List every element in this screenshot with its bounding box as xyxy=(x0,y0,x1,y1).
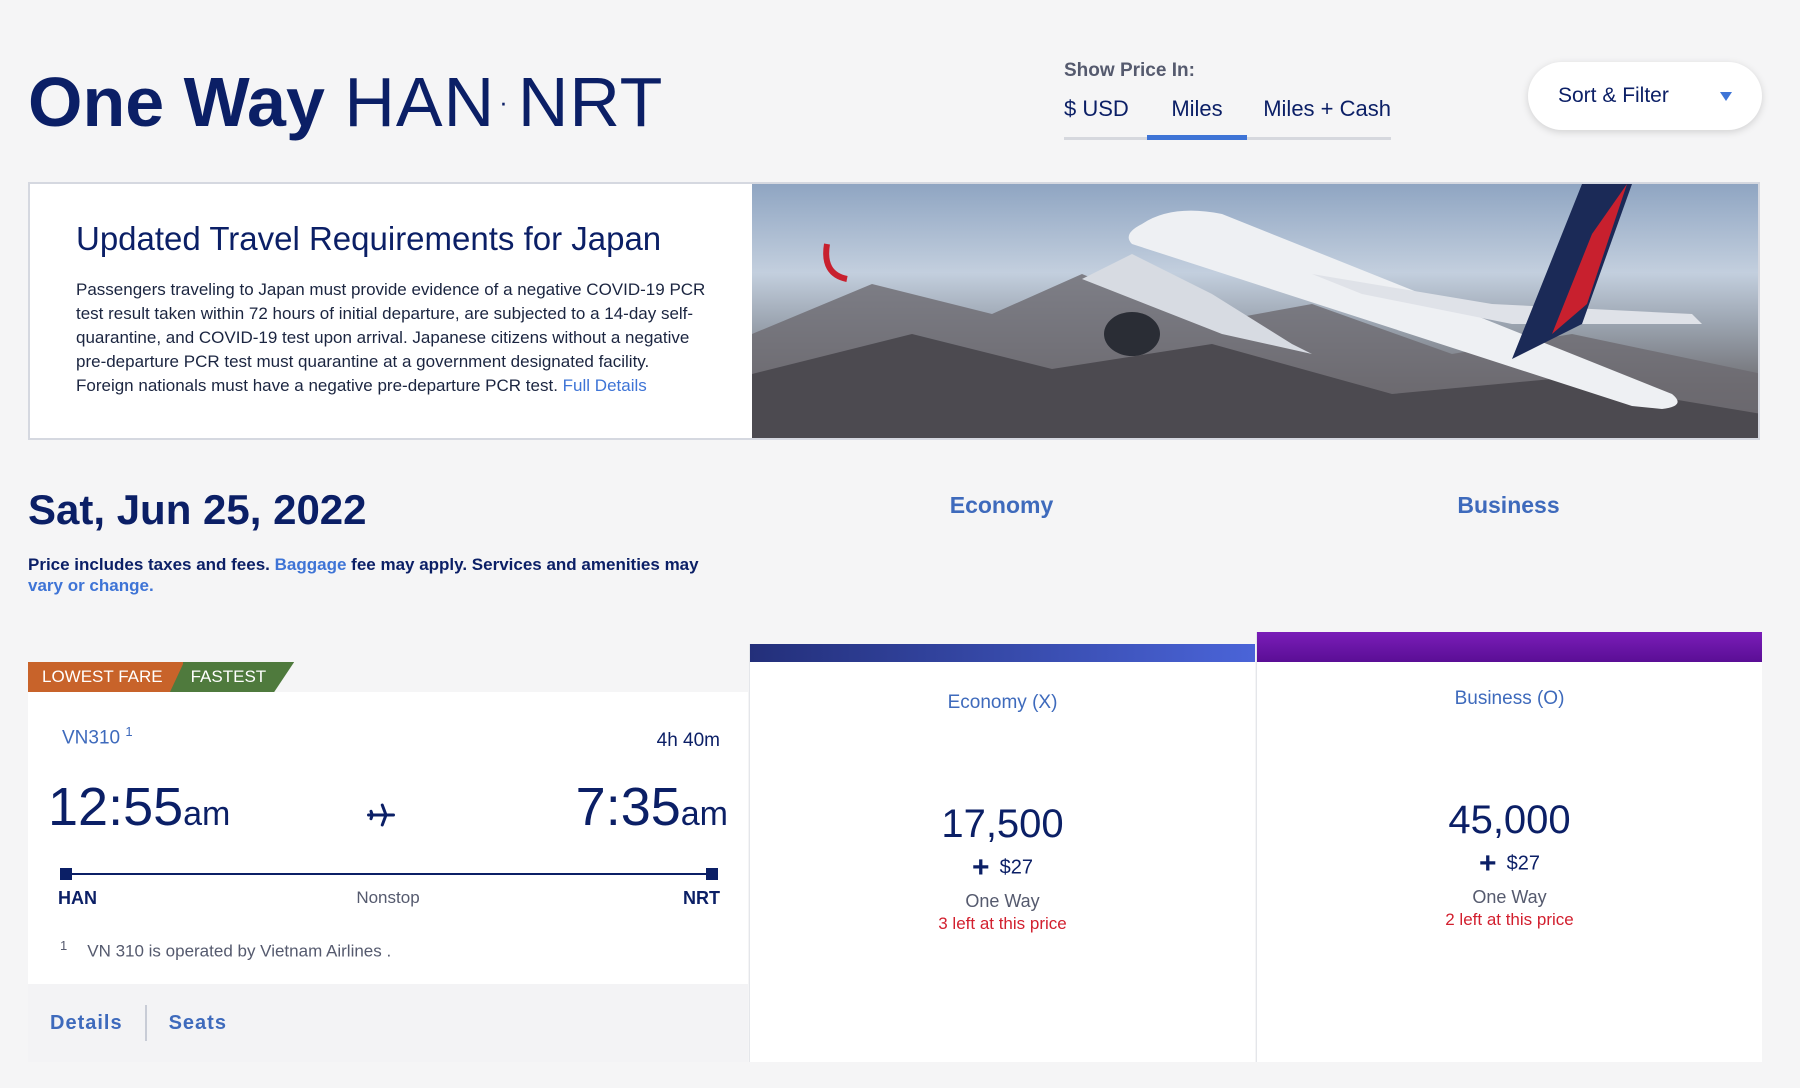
fare-class: Business (O) xyxy=(1454,688,1565,709)
price-tab-miles-cash[interactable]: Miles + Cash xyxy=(1247,96,1391,137)
cabin-header-business[interactable]: Business xyxy=(1256,492,1761,519)
flight-badges: LOWEST FARE FASTEST xyxy=(28,662,294,692)
departure-time: 12:55am xyxy=(48,776,230,838)
airplane-illustration xyxy=(752,184,1758,438)
economy-color-bar xyxy=(750,644,1255,662)
price-note: Price includes taxes and fees. Baggage f… xyxy=(28,554,728,596)
badge-lowest-fare: LOWEST FARE xyxy=(28,662,184,692)
footnote-marker: 1 xyxy=(125,724,133,739)
fare-cash: + $27 xyxy=(1257,847,1762,881)
cabin-header-economy[interactable]: Economy xyxy=(749,492,1254,519)
route-separator: · xyxy=(499,86,508,117)
travel-advisory-banner: Updated Travel Requirements for Japan Pa… xyxy=(28,182,1760,440)
price-tabs: $ USD Miles Miles + Cash xyxy=(1064,96,1391,140)
fare-trip-type: One Way xyxy=(965,891,1040,911)
advisory-title: Updated Travel Requirements for Japan xyxy=(76,220,662,257)
fare-availability: 2 left at this price xyxy=(1445,910,1574,929)
advisory-text: Updated Travel Requirements for Japan Pa… xyxy=(30,184,752,438)
fare-cash: + $27 xyxy=(750,851,1255,885)
fare-miles: 45,000 xyxy=(1448,798,1571,842)
page-title: One Way HAN · NRT xyxy=(28,62,663,148)
flight-actions: Details Seats xyxy=(28,984,748,1062)
caret-down-icon xyxy=(1720,91,1732,101)
fare-trip-type: One Way xyxy=(1472,887,1547,907)
airplane-icon-svg xyxy=(367,803,395,827)
price-tab-usd[interactable]: $ USD xyxy=(1064,96,1147,137)
show-price-label: Show Price In: xyxy=(1064,60,1195,81)
plus-icon: + xyxy=(1479,847,1497,880)
show-price-in: Show Price In: $ USD Miles Miles + Cash xyxy=(1064,60,1391,140)
destination-code: NRT xyxy=(517,63,664,141)
badge-fastest: FASTEST xyxy=(183,662,295,692)
flight-duration: 4h 40m xyxy=(656,730,720,751)
details-link[interactable]: Details xyxy=(28,1012,145,1035)
flight-number-text: VN310 xyxy=(62,727,121,749)
route-line xyxy=(60,868,718,880)
fare-cell-business[interactable]: Business (O) 45,000 + $27 One Way 2 left … xyxy=(1256,632,1762,1062)
stops-label: Nonstop xyxy=(356,888,420,907)
fare-miles: 17,500 xyxy=(941,802,1064,846)
arrival-ampm: am xyxy=(680,795,728,833)
plus-icon: + xyxy=(972,851,990,884)
fare-availability: 3 left at this price xyxy=(938,914,1067,933)
arrival-time: 7:35am xyxy=(576,776,728,838)
fare-cash-value: $27 xyxy=(999,856,1033,879)
seats-link[interactable]: Seats xyxy=(147,1012,249,1035)
baggage-link[interactable]: Baggage xyxy=(275,555,347,574)
departure-ampm: am xyxy=(183,795,231,833)
sort-filter-button[interactable]: Sort & Filter xyxy=(1528,62,1762,130)
fare-cell-economy[interactable]: Economy (X) 17,500 + $27 One Way 3 left a… xyxy=(749,644,1255,1062)
vary-change-link[interactable]: vary or change. xyxy=(28,576,154,595)
flight-number[interactable]: VN310 1 xyxy=(62,724,133,749)
operated-by-text: VN 310 is operated by Vietnam Airlines . xyxy=(87,941,392,961)
arrival-time-value: 7:35 xyxy=(575,777,681,837)
operated-by-note: 1 VN 310 is operated by Vietnam Airlines … xyxy=(60,938,391,962)
price-tab-miles[interactable]: Miles xyxy=(1147,96,1247,140)
airplane-photo xyxy=(752,184,1758,438)
travel-date: Sat, Jun 25, 2022 xyxy=(28,486,367,533)
airplane-icon xyxy=(366,800,396,838)
full-details-link[interactable]: Full Details xyxy=(563,376,647,395)
price-note-mid: fee may apply. Services and amenities ma… xyxy=(351,555,699,574)
destination-airport: NRT xyxy=(683,888,720,908)
fare-class: Economy (X) xyxy=(947,692,1058,713)
business-color-bar xyxy=(1257,632,1762,662)
price-note-prefix: Price includes taxes and fees. xyxy=(28,555,270,574)
flight-card: VN310 1 4h 40m 12:55am 7:35am HAN Nonsto… xyxy=(28,692,748,1062)
departure-time-value: 12:55 xyxy=(48,777,184,837)
trip-type: One Way xyxy=(28,63,325,141)
fare-cash-value: $27 xyxy=(1506,852,1540,875)
sort-filter-label: Sort & Filter xyxy=(1558,84,1669,107)
footnote-marker-foot: 1 xyxy=(60,938,68,953)
origin-code: HAN xyxy=(344,63,496,141)
advisory-body: Passengers traveling to Japan must provi… xyxy=(76,278,708,398)
